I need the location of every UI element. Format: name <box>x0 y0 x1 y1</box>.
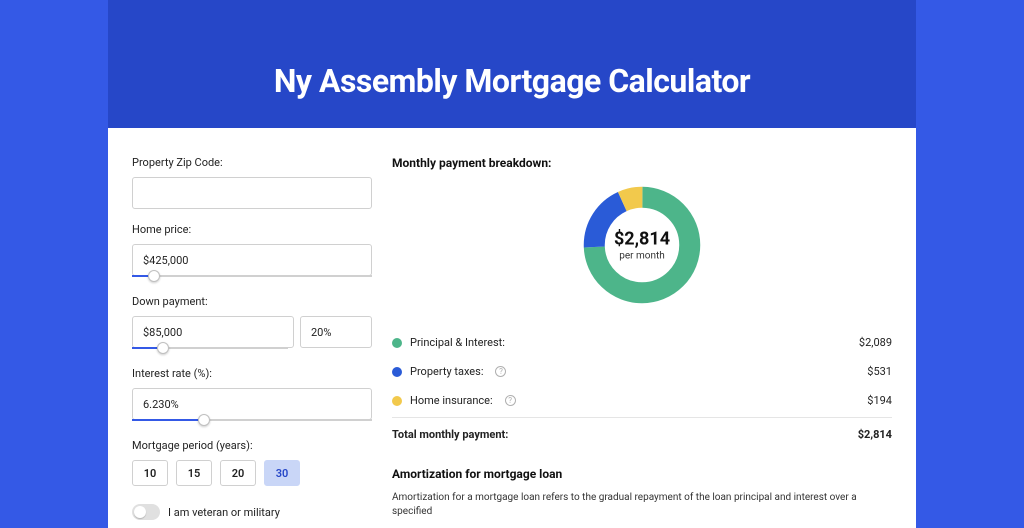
info-icon[interactable]: ? <box>505 395 516 406</box>
breakdown-row-principal_interest: Principal & Interest: $2,089 <box>392 328 892 357</box>
zip-group: Property Zip Code: <box>132 156 372 209</box>
slider-thumb[interactable] <box>157 342 169 354</box>
amortization-text: Amortization for a mortgage loan refers … <box>392 491 892 519</box>
home-price-label: Home price: <box>132 223 372 236</box>
veteran-label: I am veteran or military <box>168 506 280 519</box>
breakdown-left: Property taxes:? <box>392 365 506 378</box>
breakdown-left: Principal & Interest: <box>392 336 505 349</box>
donut-sub: per month <box>614 251 670 262</box>
breakdown-row-property_taxes: Property taxes:? $531 <box>392 357 892 386</box>
legend-dot-icon <box>392 396 402 406</box>
period-option-20[interactable]: 20 <box>220 460 256 486</box>
page-title: Ny Assembly Mortgage Calculator <box>108 0 916 100</box>
period-option-30[interactable]: 30 <box>264 460 300 486</box>
breakdown-row-home_insurance: Home insurance:? $194 <box>392 386 892 415</box>
breakdown-value: $531 <box>867 365 892 378</box>
legend-dot-icon <box>392 367 402 377</box>
header-strip: Ny Assembly Mortgage Calculator <box>108 0 916 128</box>
divider <box>392 417 892 418</box>
breakdown-list: Principal & Interest: $2,089 Property taxe… <box>392 328 892 415</box>
interest-rate-slider[interactable] <box>132 419 372 421</box>
breakdown-column: Monthly payment breakdown: $2,814 per mo… <box>392 156 892 528</box>
slider-fill <box>132 419 204 421</box>
total-value: $2,814 <box>858 428 892 441</box>
donut-chart: $2,814 per month <box>392 182 892 308</box>
amortization-title: Amortization for mortgage loan <box>392 467 892 481</box>
interest-rate-input[interactable] <box>132 388 372 420</box>
breakdown-total-row: Total monthly payment: $2,814 <box>392 420 892 449</box>
donut-center: $2,814 per month <box>614 229 670 262</box>
veteran-row: I am veteran or military <box>132 504 372 520</box>
amortization-section: Amortization for mortgage loan Amortizat… <box>392 467 892 519</box>
zip-label: Property Zip Code: <box>132 156 372 169</box>
breakdown-left: Home insurance:? <box>392 394 516 407</box>
period-options: 10 15 20 30 <box>132 460 372 486</box>
down-payment-group: Down payment: <box>132 295 372 349</box>
breakdown-label: Principal & Interest: <box>410 336 505 349</box>
home-price-slider[interactable] <box>132 275 372 277</box>
period-option-15[interactable]: 15 <box>176 460 212 486</box>
mortgage-period-group: Mortgage period (years): 10 15 20 30 <box>132 439 372 486</box>
calculator-card: Property Zip Code: Home price: Down paym… <box>108 128 916 528</box>
down-payment-percent-input[interactable] <box>300 316 372 348</box>
slider-thumb[interactable] <box>198 414 210 426</box>
form-column: Property Zip Code: Home price: Down paym… <box>132 156 372 528</box>
toggle-knob <box>134 506 146 518</box>
period-option-10[interactable]: 10 <box>132 460 168 486</box>
down-payment-label: Down payment: <box>132 295 372 308</box>
breakdown-value: $2,089 <box>859 336 892 349</box>
interest-rate-group: Interest rate (%): <box>132 367 372 421</box>
down-payment-slider[interactable] <box>132 347 288 349</box>
legend-dot-icon <box>392 338 402 348</box>
zip-input[interactable] <box>132 177 372 209</box>
total-left: Total monthly payment: <box>392 428 508 441</box>
down-payment-row <box>132 316 372 348</box>
down-payment-amount-input[interactable] <box>132 316 294 348</box>
breakdown-label: Property taxes: <box>410 365 483 378</box>
mortgage-period-label: Mortgage period (years): <box>132 439 372 452</box>
total-label: Total monthly payment: <box>392 428 508 441</box>
breakdown-value: $194 <box>867 394 892 407</box>
home-price-input[interactable] <box>132 244 372 276</box>
slider-thumb[interactable] <box>148 270 160 282</box>
info-icon[interactable]: ? <box>495 366 506 377</box>
veteran-toggle[interactable] <box>132 504 160 520</box>
donut-amount: $2,814 <box>614 229 670 250</box>
breakdown-label: Home insurance: <box>410 394 493 407</box>
breakdown-title: Monthly payment breakdown: <box>392 156 892 170</box>
interest-rate-label: Interest rate (%): <box>132 367 372 380</box>
home-price-group: Home price: <box>132 223 372 277</box>
